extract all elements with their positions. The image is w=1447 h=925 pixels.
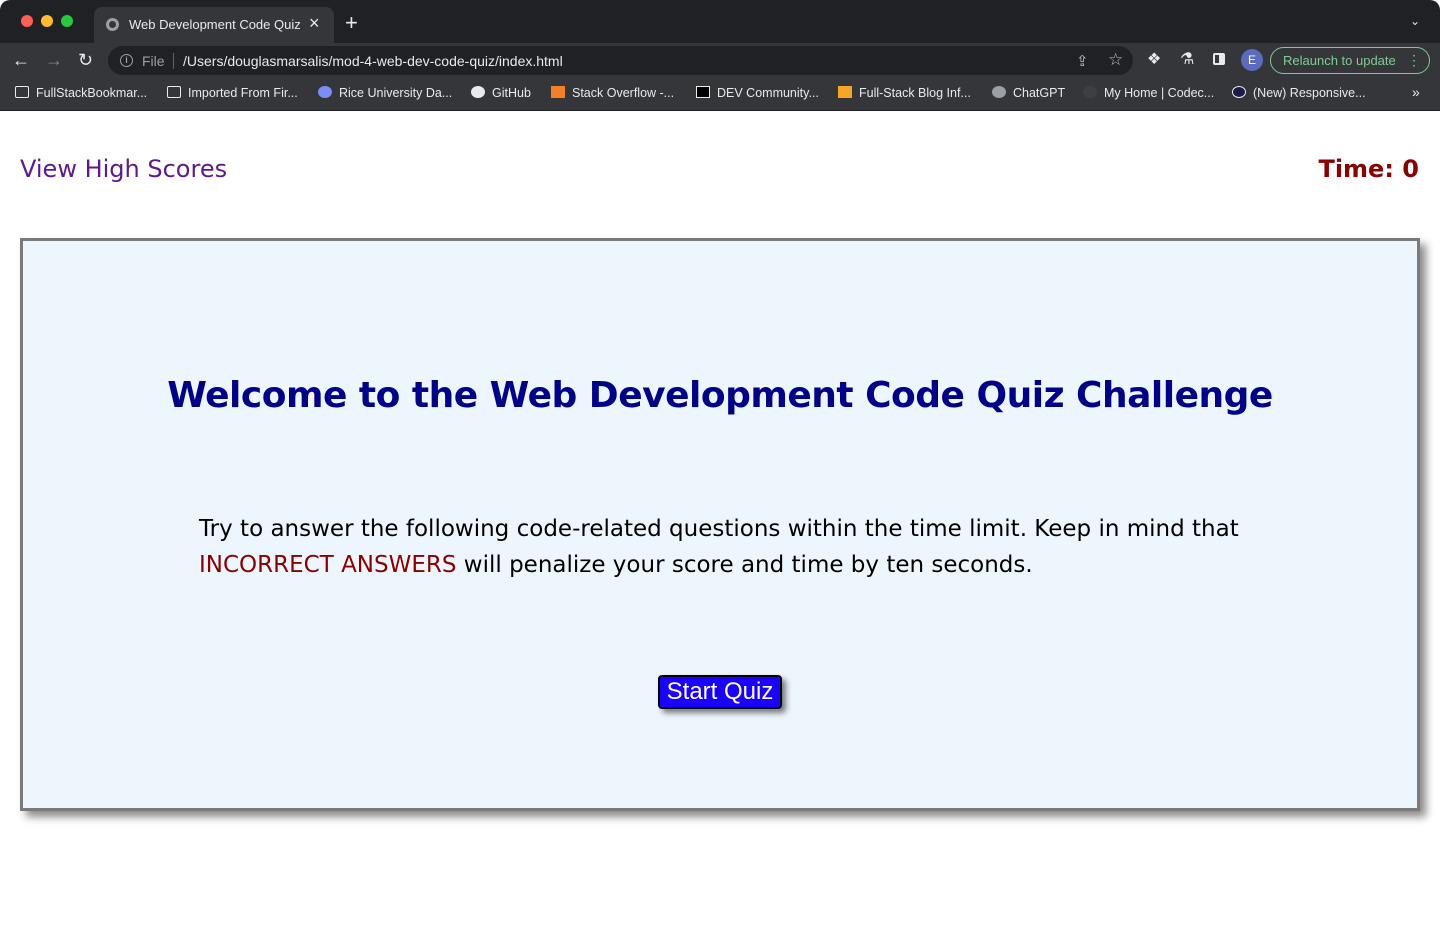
- bookmark-item[interactable]: Imported From Fir...: [167, 86, 298, 100]
- timer-display: Time: 0: [1318, 155, 1419, 183]
- bookmarks-overflow-button[interactable]: »: [1412, 84, 1420, 100]
- bookmark-item[interactable]: My Home | Codec...: [1083, 86, 1214, 100]
- close-window-icon[interactable]: [21, 15, 33, 27]
- share-icon[interactable]: ⇪: [1076, 52, 1089, 70]
- profile-avatar[interactable]: E: [1241, 49, 1263, 71]
- bookmark-item[interactable]: FullStackBookmar...: [15, 86, 147, 100]
- globe-icon: [106, 18, 119, 31]
- dev-icon: [696, 86, 710, 98]
- bookmark-item[interactable]: Rice University Da...: [318, 86, 452, 100]
- browser-window: Web Development Code Quiz C × + ⌄ ← → ↻ …: [0, 0, 1440, 875]
- quiz-instructions: Try to answer the following code-related…: [199, 511, 1249, 583]
- more-menu-icon[interactable]: ⋮: [1407, 48, 1421, 73]
- browser-toolbar: ← → ↻ i File /Users/douglasmarsalis/mod-…: [0, 43, 1440, 78]
- extensions-puzzle-icon[interactable]: ❖: [1147, 51, 1161, 69]
- address-divider: [173, 53, 174, 69]
- page-content: View High Scores Time: 0 Welcome to the …: [0, 111, 1440, 875]
- bookmark-item[interactable]: DEV Community...: [696, 86, 819, 100]
- instructions-text: Try to answer the following code-related…: [199, 516, 1239, 542]
- url-text[interactable]: /Users/douglasmarsalis/mod-4-web-dev-cod…: [183, 53, 563, 69]
- minimize-window-icon[interactable]: [41, 15, 53, 27]
- relaunch-label: Relaunch to update: [1283, 53, 1396, 68]
- bookmark-item[interactable]: (New) Responsive...: [1232, 86, 1366, 100]
- page-title: Welcome to the Web Development Code Quiz…: [167, 375, 1273, 416]
- start-quiz-button[interactable]: Start Quiz: [658, 675, 782, 709]
- bookmark-star-icon[interactable]: ☆: [1108, 50, 1123, 70]
- forward-arrow-icon[interactable]: →: [45, 49, 63, 71]
- bookmarks-bar: FullStackBookmar... Imported From Fir...…: [0, 78, 1440, 111]
- scheme-label: File: [142, 53, 165, 69]
- stackoverflow-icon: [551, 86, 565, 98]
- info-icon[interactable]: i: [120, 54, 133, 67]
- labs-flask-icon[interactable]: ⚗: [1180, 51, 1194, 69]
- bookmark-item[interactable]: GitHub: [471, 86, 531, 100]
- tab-title: Web Development Code Quiz C: [129, 17, 301, 32]
- rice-favicon-icon: [318, 86, 332, 98]
- maximize-window-icon[interactable]: [61, 15, 73, 27]
- side-panel-icon[interactable]: [1213, 53, 1225, 65]
- quiz-intro-card: Welcome to the Web Development Code Quiz…: [20, 238, 1420, 811]
- tab-search-icon[interactable]: ⌄: [1410, 14, 1420, 28]
- bookmark-item[interactable]: Stack Overflow -...: [551, 86, 674, 100]
- new-tab-button[interactable]: +: [345, 12, 358, 34]
- bookmark-item[interactable]: Full-Stack Blog Inf...: [838, 86, 971, 100]
- instructions-text-end: will penalize your score and time by ten…: [456, 552, 1033, 578]
- reload-icon[interactable]: ↻: [78, 49, 93, 71]
- folder-icon: [15, 86, 29, 98]
- codecademy-icon: [1083, 86, 1097, 98]
- incorrect-answers-warning: INCORRECT ANSWERS: [199, 552, 457, 578]
- view-high-scores-link[interactable]: View High Scores: [20, 155, 227, 183]
- active-tab[interactable]: Web Development Code Quiz C ×: [94, 7, 334, 43]
- github-icon: [471, 86, 485, 98]
- address-bar[interactable]: i File /Users/douglasmarsalis/mod-4-web-…: [108, 46, 1133, 75]
- relaunch-button[interactable]: Relaunch to update ⋮: [1270, 47, 1430, 74]
- close-tab-icon[interactable]: ×: [309, 13, 320, 33]
- freecodecamp-icon: [1232, 86, 1246, 98]
- back-arrow-icon[interactable]: ←: [12, 49, 30, 71]
- fullstack-blog-icon: [838, 86, 852, 98]
- tab-strip: Web Development Code Quiz C × + ⌄: [0, 0, 1440, 43]
- chatgpt-icon: [992, 86, 1006, 98]
- folder-icon: [167, 86, 181, 98]
- bookmark-item[interactable]: ChatGPT: [992, 86, 1065, 100]
